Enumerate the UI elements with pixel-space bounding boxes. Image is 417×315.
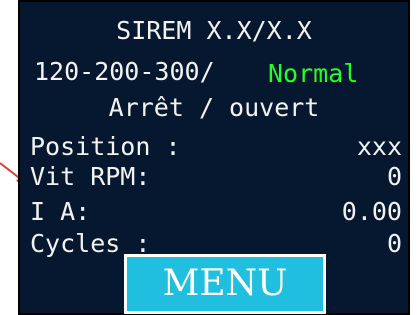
page: SIREM X.X/X.X 120-200-300/ Normal Arrêt … — [0, 0, 417, 315]
cycles-label: Cycles : — [30, 229, 151, 258]
device-display-screen: SIREM X.X/X.X 120-200-300/ Normal Arrêt … — [18, 0, 410, 315]
current-label: I A: — [30, 197, 91, 226]
speed-rpm-label: Vit RPM: — [30, 162, 151, 191]
position-label: Position : — [30, 132, 181, 161]
device-state: Arrêt / ouvert — [108, 93, 320, 122]
cycles-value: 0 — [386, 229, 402, 258]
device-model: 120-200-300/ — [34, 57, 215, 86]
current-value: 0.00 — [341, 197, 402, 226]
speed-rpm-value: 0 — [386, 162, 402, 191]
status-normal: Normal — [268, 59, 359, 88]
position-value: xxx — [356, 132, 402, 161]
menu-button[interactable]: MENU — [124, 254, 326, 314]
device-title: SIREM X.X/X.X — [116, 16, 312, 45]
